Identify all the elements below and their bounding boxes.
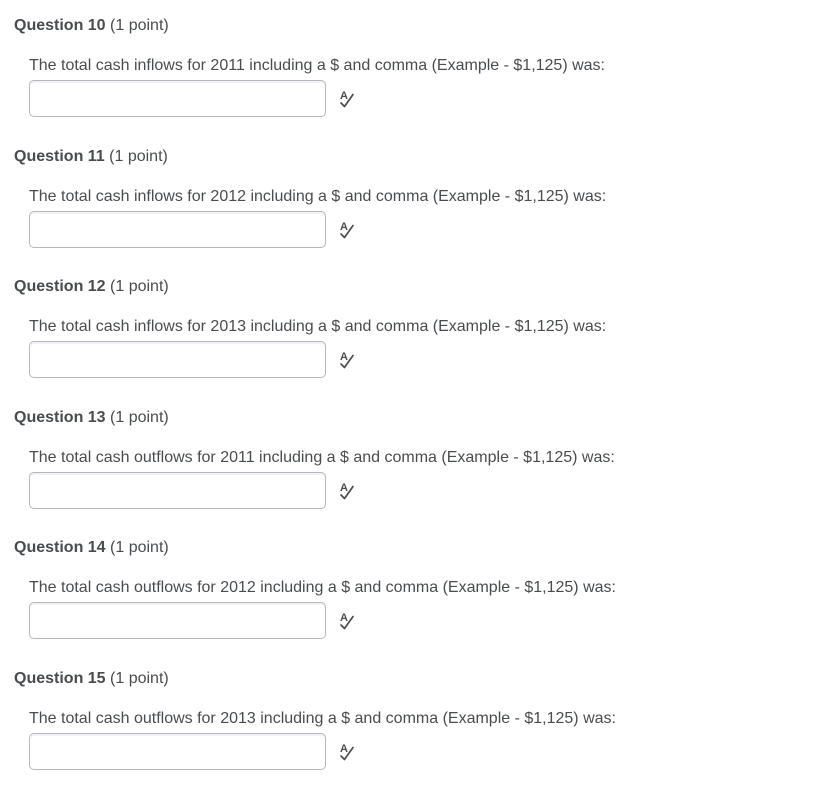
question-title: Question 15 xyxy=(14,670,106,687)
question-14: Question 14 (1 point) The total cash out… xyxy=(0,522,832,652)
svg-text:A: A xyxy=(340,351,348,363)
question-points: (1 point) xyxy=(110,278,169,295)
spell-check-icon[interactable]: A xyxy=(336,610,358,632)
question-prompt: The total cash outflows for 2013 includi… xyxy=(29,710,616,727)
spell-check-icon[interactable]: A xyxy=(336,349,358,371)
answer-input[interactable] xyxy=(29,602,326,639)
question-heading: Question 12 (1 point) xyxy=(14,277,169,297)
spell-check-icon[interactable]: A xyxy=(336,480,358,502)
question-prompt: The total cash inflows for 2011 includin… xyxy=(29,57,605,74)
question-10: Question 10 (1 point) The total cash inf… xyxy=(0,0,832,130)
question-points: (1 point) xyxy=(110,409,169,426)
question-points: (1 point) xyxy=(110,17,169,34)
quiz-page: Question 10 (1 point) The total cash inf… xyxy=(0,0,832,794)
question-heading: Question 14 (1 point) xyxy=(14,538,169,558)
question-prompt: The total cash inflows for 2013 includin… xyxy=(29,318,607,335)
spell-check-icon[interactable]: A xyxy=(336,741,358,763)
svg-text:A: A xyxy=(340,482,348,494)
answer-input[interactable] xyxy=(29,733,326,770)
question-heading: Question 10 (1 point) xyxy=(14,16,169,36)
question-points: (1 point) xyxy=(110,670,169,687)
svg-text:A: A xyxy=(340,743,348,755)
answer-input[interactable] xyxy=(29,211,326,248)
question-prompt: The total cash outflows for 2011 includi… xyxy=(29,449,615,466)
question-title: Question 13 xyxy=(14,409,106,426)
question-heading: Question 11 (1 point) xyxy=(14,147,168,167)
answer-input[interactable] xyxy=(29,341,326,378)
question-title: Question 12 xyxy=(14,278,106,295)
question-12: Question 12 (1 point) The total cash inf… xyxy=(0,261,832,391)
answer-input[interactable] xyxy=(29,472,326,509)
question-points: (1 point) xyxy=(109,148,168,165)
spell-check-icon[interactable]: A xyxy=(336,219,358,241)
question-title: Question 11 xyxy=(14,148,105,165)
spell-check-icon[interactable]: A xyxy=(336,88,358,110)
question-title: Question 10 xyxy=(14,17,106,34)
question-11: Question 11 (1 point) The total cash inf… xyxy=(0,131,832,261)
question-heading: Question 15 (1 point) xyxy=(14,669,169,689)
question-heading: Question 13 (1 point) xyxy=(14,408,169,428)
svg-text:A: A xyxy=(340,90,348,102)
question-15: Question 15 (1 point) The total cash out… xyxy=(0,653,832,783)
question-13: Question 13 (1 point) The total cash out… xyxy=(0,392,832,522)
question-prompt: The total cash inflows for 2012 includin… xyxy=(29,188,607,205)
svg-text:A: A xyxy=(340,612,348,624)
question-points: (1 point) xyxy=(110,539,169,556)
question-title: Question 14 xyxy=(14,539,106,556)
answer-input[interactable] xyxy=(29,80,326,117)
svg-text:A: A xyxy=(340,221,348,233)
question-prompt: The total cash outflows for 2012 includi… xyxy=(29,579,616,596)
